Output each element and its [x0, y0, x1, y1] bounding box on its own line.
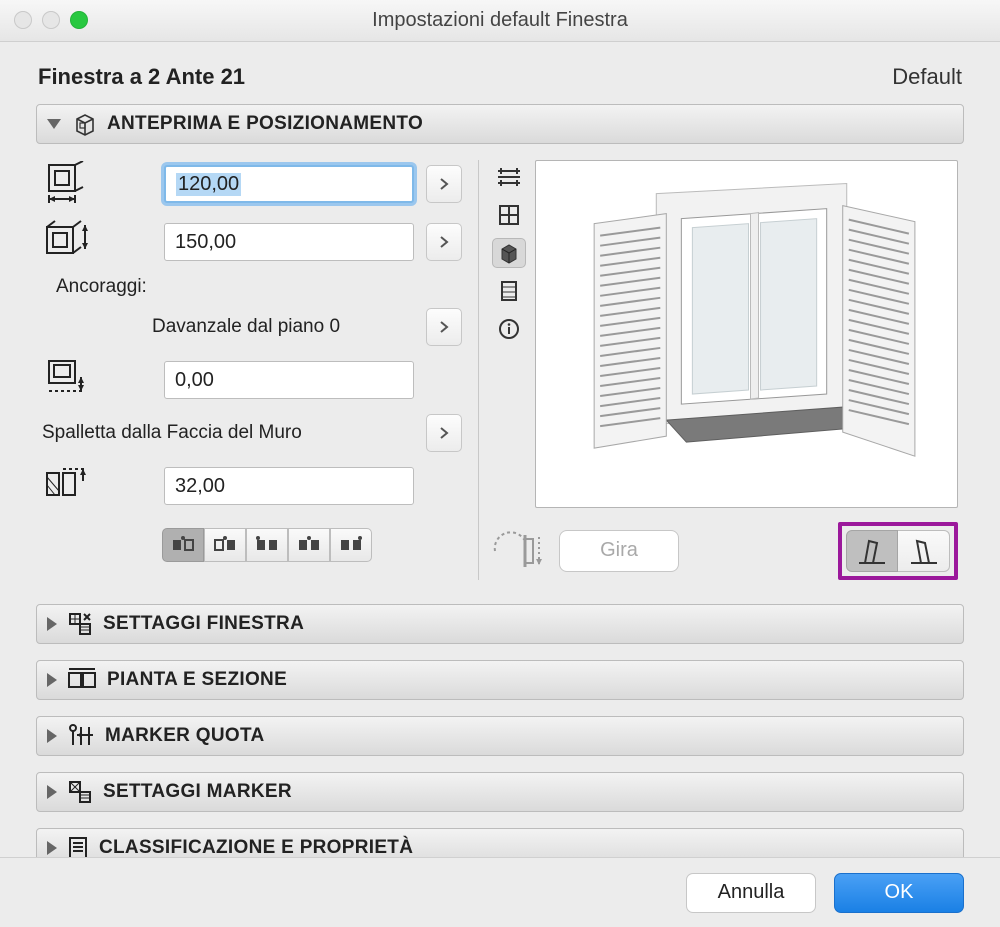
disclosure-right-icon [47, 617, 57, 631]
view-info-icon[interactable] [492, 314, 526, 344]
anchor-mode-label: Davanzale dal piano 0 [152, 316, 340, 338]
section-label: SETTAGGI FINESTRA [103, 613, 304, 635]
anchor-toggle-1[interactable] [162, 528, 204, 562]
section-label: CLASSIFICAZIONE E PROPRIETÀ [99, 837, 413, 859]
section-label: MARKER QUOTA [105, 725, 264, 747]
dimension-marker-icon [67, 723, 95, 749]
zoom-window-button[interactable] [70, 11, 88, 29]
flip-button: Gira [559, 530, 679, 572]
width-input[interactable]: 120,00 [164, 165, 414, 203]
height-dimension-icon [42, 218, 90, 266]
anchor-toggle-2[interactable] [204, 528, 246, 562]
titlebar: Impostazioni default Finestra [0, 0, 1000, 42]
height-input[interactable]: 150,00 [164, 223, 414, 261]
cancel-label: Annulla [718, 881, 785, 904]
dialog-footer: Annulla OK [0, 857, 1000, 927]
window-controls [14, 11, 88, 29]
object-name: Finestra a 2 Ante 21 [38, 64, 245, 90]
anchor-value-input[interactable]: 0,00 [164, 361, 414, 399]
anchor-toggle-4[interactable] [288, 528, 330, 562]
view-mode-column [489, 160, 529, 508]
disclosure-down-icon [47, 119, 61, 129]
marker-settings-icon [67, 779, 93, 805]
sill-anchor-icon [42, 356, 90, 404]
anchor-point-toggle-group [162, 528, 462, 562]
anchor-toggle-5[interactable] [330, 528, 372, 562]
reveal-value: 32,00 [175, 475, 225, 498]
flip-wall-icon [489, 529, 545, 573]
reveal-label: Spalletta dalla Faccia del Muro [42, 422, 302, 444]
vertical-separator [478, 160, 479, 580]
disclosure-right-icon [47, 673, 57, 687]
view-plan-icon[interactable] [492, 200, 526, 230]
section-window-settings[interactable]: SETTAGGI FINESTRA [36, 604, 964, 644]
disclosure-right-icon [47, 841, 57, 855]
subheader: Finestra a 2 Ante 21 Default [0, 42, 1000, 104]
section-plan-section[interactable]: PIANTA E SEZIONE [36, 660, 964, 700]
preview-panel: 120,00 [36, 144, 964, 598]
reveal-value-input[interactable]: 32,00 [164, 467, 414, 505]
anchors-label: Ancoraggi: [42, 276, 462, 298]
section-marker-settings[interactable]: SETTAGGI MARKER [36, 772, 964, 812]
disclosure-right-icon [47, 785, 57, 799]
section-preview-title: ANTEPRIMA E POSIZIONAMENTO [107, 113, 423, 135]
opening-side-out[interactable] [898, 530, 950, 572]
width-value: 120,00 [176, 173, 241, 196]
reveal-section-icon [42, 462, 90, 510]
close-window-button[interactable] [14, 11, 32, 29]
minimize-window-button[interactable] [42, 11, 60, 29]
width-stepper[interactable] [426, 165, 462, 203]
anchor-value: 0,00 [175, 369, 214, 392]
height-value: 150,00 [175, 231, 236, 254]
preview-3d-view[interactable] [535, 160, 958, 508]
height-stepper[interactable] [426, 223, 462, 261]
section-label: SETTAGGI MARKER [103, 781, 292, 803]
window-title: Impostazioni default Finestra [372, 9, 628, 32]
window-settings-icon [67, 611, 93, 637]
view-3d-icon[interactable] [492, 238, 526, 268]
plan-section-icon [67, 667, 97, 693]
preset-label[interactable]: Default [892, 64, 962, 90]
preview-cube-icon [71, 111, 97, 137]
section-label: PIANTA E SEZIONE [107, 669, 287, 691]
cancel-button[interactable]: Annulla [686, 873, 816, 913]
ok-button[interactable]: OK [834, 873, 964, 913]
flip-button-label: Gira [600, 539, 638, 562]
section-dimension-marker[interactable]: MARKER QUOTA [36, 716, 964, 756]
width-dimension-icon [42, 160, 90, 208]
view-elevation-icon[interactable] [492, 162, 526, 192]
ok-label: OK [885, 881, 914, 904]
reveal-stepper[interactable] [426, 414, 462, 452]
opening-side-highlight [838, 522, 958, 580]
view-section-icon[interactable] [492, 276, 526, 306]
anchor-mode-stepper[interactable] [426, 308, 462, 346]
anchor-toggle-3[interactable] [246, 528, 288, 562]
disclosure-right-icon [47, 729, 57, 743]
opening-side-in[interactable] [846, 530, 898, 572]
section-preview-header[interactable]: ANTEPRIMA E POSIZIONAMENTO [36, 104, 964, 144]
